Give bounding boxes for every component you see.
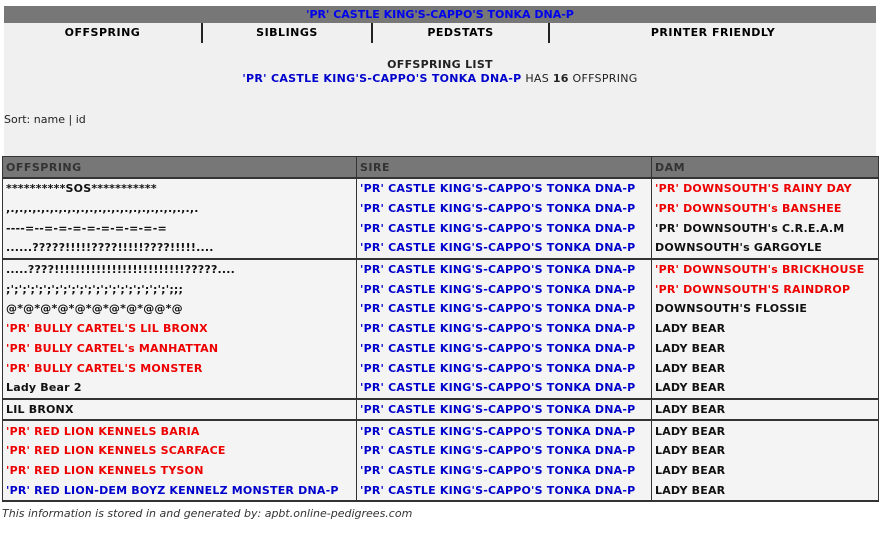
sire-link[interactable]: 'PR' CASTLE KING'S-CAPPO'S TONKA DNA-P: [356, 198, 652, 219]
offspring-link[interactable]: .....????!!!!!!!!!!!!!!!!!!!!!!!!!?????.…: [2, 257, 357, 280]
sort-separator: |: [68, 113, 73, 126]
summary-panel: OFFSPRING LIST 'PR' CASTLE KING'S-CAPPO'…: [4, 43, 876, 156]
table-row: @*@*@*@*@*@*@*@*@@*@ 'PR' CASTLE KING'S-C…: [2, 299, 879, 319]
offspring-link[interactable]: 'PR' RED LION KENNELS SCARFACE: [2, 440, 357, 461]
column-header-offspring: OFFSPRING: [2, 156, 357, 179]
page-title[interactable]: 'PR' CASTLE KING'S-CAPPO'S TONKA DNA-P: [4, 6, 876, 23]
sire-link[interactable]: 'PR' CASTLE KING'S-CAPPO'S TONKA DNA-P: [356, 397, 652, 421]
dam-link[interactable]: 'PR' DOWNSOUTH's BRICKHOUSE: [651, 257, 879, 280]
summary-suffix: OFFSPRING: [572, 72, 638, 85]
table-row: ----=--=-=-=-=-=-=-=-=-= 'PR' CASTLE KING…: [2, 218, 879, 239]
sire-link[interactable]: 'PR' CASTLE KING'S-CAPPO'S TONKA DNA-P: [356, 318, 652, 339]
table-row: 'PR' BULLY CARTEL's MANHATTAN 'PR' CASTLE…: [2, 338, 879, 359]
table-row: 'PR' BULLY CARTEL'S LIL BRONX 'PR' CASTLE…: [2, 318, 879, 339]
sort-controls: Sort: name | id: [4, 113, 86, 126]
dam-link[interactable]: 'PR' DOWNSOUTH'S RAINY DAY: [651, 177, 879, 199]
offspring-link[interactable]: ;';';';';';';';';';';';';';';';';';';';'…: [2, 279, 357, 300]
table-row: 'PR' RED LION-DEM BOYZ KENNELZ MONSTER D…: [2, 480, 879, 502]
dam-link[interactable]: LADY BEAR: [651, 397, 879, 421]
table-row: ;';';';';';';';';';';';';';';';';';';';'…: [2, 279, 879, 300]
summary-dog-link[interactable]: 'PR' CASTLE KING'S-CAPPO'S TONKA DNA-P: [242, 72, 521, 85]
offspring-link[interactable]: 'PR' BULLY CARTEL'S LIL BRONX: [2, 318, 357, 339]
table-row: ,.,.,.,.,.,.,.,.,.,.,.,.,.,.,.,.,.,.,.,.…: [2, 198, 879, 219]
table-row: 'PR' BULLY CARTEL'S MONSTER 'PR' CASTLE K…: [2, 358, 879, 378]
dam-link[interactable]: LADY BEAR: [651, 358, 879, 378]
offspring-link[interactable]: **********SOS***********: [2, 177, 357, 199]
sire-link[interactable]: 'PR' CASTLE KING'S-CAPPO'S TONKA DNA-P: [356, 419, 652, 441]
table-row: **********SOS*********** 'PR' CASTLE KING…: [2, 177, 879, 199]
offspring-link[interactable]: ----=--=-=-=-=-=-=-=-=-=: [2, 218, 357, 239]
sire-link[interactable]: 'PR' CASTLE KING'S-CAPPO'S TONKA DNA-P: [356, 377, 652, 399]
dam-link[interactable]: 'PR' DOWNSOUTH'S RAINDROP: [651, 279, 879, 300]
sire-link[interactable]: 'PR' CASTLE KING'S-CAPPO'S TONKA DNA-P: [356, 480, 652, 502]
column-header-sire: SIRE: [356, 156, 652, 179]
offspring-link[interactable]: 'PR' RED LION KENNELS BARIA: [2, 419, 357, 441]
table-header-row: OFFSPRING SIRE DAM: [2, 156, 879, 179]
tab-pedstats[interactable]: PEDSTATS: [373, 23, 550, 43]
dam-link[interactable]: 'PR' DOWNSOUTH's C.R.E.A.M: [651, 218, 879, 239]
offspring-link[interactable]: 'PR' RED LION-DEM BOYZ KENNELZ MONSTER D…: [2, 480, 357, 502]
offspring-link[interactable]: ......?????!!!!!????!!!!!????!!!!!....: [2, 238, 357, 259]
sire-link[interactable]: 'PR' CASTLE KING'S-CAPPO'S TONKA DNA-P: [356, 177, 652, 199]
table-body: **********SOS*********** 'PR' CASTLE KING…: [2, 177, 879, 502]
offspring-link[interactable]: LIL BRONX: [2, 397, 357, 421]
footer-note: This information is stored in and genera…: [2, 507, 413, 520]
dam-link[interactable]: 'PR' DOWNSOUTH's BANSHEE: [651, 198, 879, 219]
sort-by-id-link[interactable]: id: [76, 113, 86, 126]
dam-link[interactable]: LADY BEAR: [651, 377, 879, 399]
offspring-summary: 'PR' CASTLE KING'S-CAPPO'S TONKA DNA-P H…: [4, 72, 876, 85]
tab-siblings[interactable]: SIBLINGS: [203, 23, 373, 43]
dam-link[interactable]: LADY BEAR: [651, 480, 879, 502]
dam-link[interactable]: LADY BEAR: [651, 440, 879, 461]
sort-label: Sort:: [4, 113, 31, 126]
dam-link[interactable]: LADY BEAR: [651, 419, 879, 441]
dam-link[interactable]: DOWNSOUTH's GARGOYLE: [651, 238, 879, 259]
sire-link[interactable]: 'PR' CASTLE KING'S-CAPPO'S TONKA DNA-P: [356, 440, 652, 461]
offspring-link[interactable]: 'PR' RED LION KENNELS TYSON: [2, 460, 357, 481]
sire-link[interactable]: 'PR' CASTLE KING'S-CAPPO'S TONKA DNA-P: [356, 218, 652, 239]
table-row: 'PR' RED LION KENNELS BARIA 'PR' CASTLE K…: [2, 419, 879, 441]
sire-link[interactable]: 'PR' CASTLE KING'S-CAPPO'S TONKA DNA-P: [356, 279, 652, 300]
offspring-table: OFFSPRING SIRE DAM **********SOS********…: [2, 156, 879, 502]
offspring-link[interactable]: @*@*@*@*@*@*@*@*@@*@: [2, 299, 357, 319]
tab-printer-friendly[interactable]: PRINTER FRIENDLY: [550, 23, 876, 43]
sire-link[interactable]: 'PR' CASTLE KING'S-CAPPO'S TONKA DNA-P: [356, 238, 652, 259]
column-header-dam: DAM: [651, 156, 879, 179]
table-row: 'PR' RED LION KENNELS TYSON 'PR' CASTLE K…: [2, 460, 879, 481]
table-row: 'PR' RED LION KENNELS SCARFACE 'PR' CASTL…: [2, 440, 879, 461]
dam-link[interactable]: LADY BEAR: [651, 460, 879, 481]
table-row: Lady Bear 2 'PR' CASTLE KING'S-CAPPO'S TO…: [2, 377, 879, 399]
tab-bar: OFFSPRING SIBLINGS PEDSTATS PRINTER FRIE…: [4, 23, 876, 43]
table-row: .....????!!!!!!!!!!!!!!!!!!!!!!!!!?????.…: [2, 257, 879, 280]
list-title: OFFSPRING LIST: [387, 58, 493, 71]
table-row: LIL BRONX 'PR' CASTLE KING'S-CAPPO'S TONK…: [2, 397, 879, 421]
dam-link[interactable]: DOWNSOUTH'S FLOSSIE: [651, 299, 879, 319]
sort-by-name-link[interactable]: name: [34, 113, 65, 126]
offspring-link[interactable]: ,.,.,.,.,.,.,.,.,.,.,.,.,.,.,.,.,.,.,.,.…: [2, 198, 357, 219]
summary-has-text: HAS: [525, 72, 550, 85]
tab-offspring[interactable]: OFFSPRING: [4, 23, 203, 43]
offspring-link[interactable]: Lady Bear 2: [2, 377, 357, 399]
sire-link[interactable]: 'PR' CASTLE KING'S-CAPPO'S TONKA DNA-P: [356, 299, 652, 319]
sire-link[interactable]: 'PR' CASTLE KING'S-CAPPO'S TONKA DNA-P: [356, 257, 652, 280]
offspring-link[interactable]: 'PR' BULLY CARTEL'S MONSTER: [2, 358, 357, 378]
offspring-link[interactable]: 'PR' BULLY CARTEL's MANHATTAN: [2, 338, 357, 359]
table-row: ......?????!!!!!????!!!!!????!!!!!.... 'P…: [2, 238, 879, 259]
dam-link[interactable]: LADY BEAR: [651, 318, 879, 339]
sire-link[interactable]: 'PR' CASTLE KING'S-CAPPO'S TONKA DNA-P: [356, 338, 652, 359]
sire-link[interactable]: 'PR' CASTLE KING'S-CAPPO'S TONKA DNA-P: [356, 460, 652, 481]
sire-link[interactable]: 'PR' CASTLE KING'S-CAPPO'S TONKA DNA-P: [356, 358, 652, 378]
offspring-count: 16: [552, 72, 569, 85]
dam-link[interactable]: LADY BEAR: [651, 338, 879, 359]
